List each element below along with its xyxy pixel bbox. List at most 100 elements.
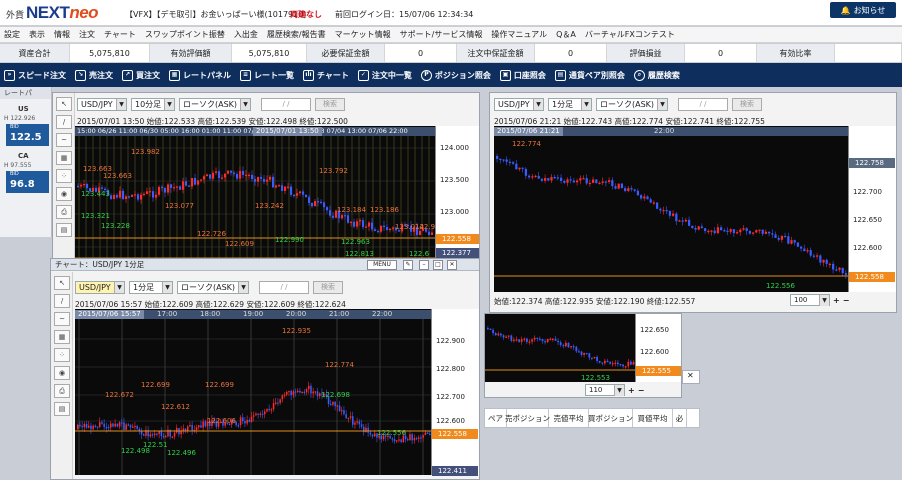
sell-order-button[interactable]: ↘ 売注文 xyxy=(75,69,113,81)
candle xyxy=(374,433,376,437)
candle xyxy=(197,180,200,185)
col-header[interactable]: 買値平均 xyxy=(633,409,673,427)
bid-button[interactable]: BID 122.5 xyxy=(6,124,49,146)
candle xyxy=(800,246,803,249)
chart-button[interactable]: ılı チャート xyxy=(303,69,349,81)
toolbar-label: 通貨ペア別照会 xyxy=(568,70,625,80)
cursor-tool-icon[interactable]: ↖ xyxy=(56,97,72,111)
cursor-tool-icon[interactable]: ↖ xyxy=(54,276,70,290)
menu-item-settings[interactable]: 設定 xyxy=(4,29,20,40)
menu-item-swap[interactable]: スワップポイント振替 xyxy=(145,29,225,40)
col-header[interactable]: 必 xyxy=(673,409,687,427)
col-header[interactable]: 売ポジション xyxy=(505,409,550,427)
rate-list-button[interactable]: ≡ レート一覧 xyxy=(240,69,294,81)
close-icon[interactable]: ✕ xyxy=(447,260,457,270)
pending-orders-button[interactable]: ✓ 注文中一覧 xyxy=(357,69,412,81)
search-button[interactable]: 検索 xyxy=(313,280,343,294)
pair-inquiry-button[interactable]: ▤ 通貨ペア別照会 xyxy=(554,69,625,81)
candle-type-select[interactable]: ローソク(ASK) ▼ xyxy=(179,97,251,111)
position-inquiry-button[interactable]: P ポジション照会 xyxy=(420,69,491,81)
tech-tool-icon[interactable]: ▦ xyxy=(56,151,72,165)
candle xyxy=(121,422,123,424)
pen-tool-icon[interactable]: / xyxy=(56,115,72,129)
table-tool-icon[interactable]: ▤ xyxy=(56,223,72,237)
candle xyxy=(537,175,540,179)
chart-canvas[interactable]: 122.935 122.774 122.699 122.699 122.672 122.6… xyxy=(75,309,431,475)
bid-button[interactable]: BID 96.8 xyxy=(6,171,49,193)
date-input[interactable]: / / xyxy=(678,97,728,111)
print-tool-icon[interactable]: ⎙ xyxy=(56,205,72,219)
close-icon[interactable]: ✕ xyxy=(682,370,700,384)
page-select[interactable]: 110 ▼ xyxy=(585,384,625,396)
candle xyxy=(204,421,207,427)
maximize-icon[interactable]: □ xyxy=(433,260,443,270)
print-tool-icon[interactable]: ⎙ xyxy=(54,384,70,398)
grid-tool-icon[interactable]: ⁘ xyxy=(54,348,70,362)
menu-item-manual[interactable]: 操作マニュアル xyxy=(491,29,547,40)
date-input[interactable]: / / xyxy=(261,97,311,111)
candle xyxy=(659,208,662,211)
minus-icon[interactable]: − xyxy=(638,386,645,395)
candle xyxy=(668,210,672,216)
window-title-bar[interactable]: チャート：USD/JPY 1分足 xyxy=(51,259,479,271)
candle-type-select[interactable]: ローソク(ASK) ▼ xyxy=(177,280,249,294)
menu-item-info[interactable]: 情報 xyxy=(54,29,70,40)
account-inquiry-button[interactable]: ▣ 口座照会 xyxy=(499,69,546,81)
candle xyxy=(277,402,279,404)
menu-item-history[interactable]: 履歴検索/報告書 xyxy=(267,29,326,40)
chart-canvas[interactable]: 122.774 122.556 2015/07/06 21:21 22:00 xyxy=(494,126,848,292)
candle xyxy=(275,185,278,188)
col-header[interactable]: 売値平均 xyxy=(549,409,589,427)
buy-order-button[interactable]: ↗ 買注文 xyxy=(122,69,160,81)
candle xyxy=(221,177,224,179)
table-tool-icon[interactable]: ▤ xyxy=(54,402,70,416)
candle-type-select[interactable]: ローソク(ASK) ▼ xyxy=(596,97,668,111)
eye-tool-icon[interactable]: ◉ xyxy=(56,187,72,201)
minus-icon[interactable]: − xyxy=(843,296,850,305)
candle xyxy=(585,353,588,355)
menu-item-qa[interactable]: Q＆A xyxy=(556,29,576,40)
col-header[interactable]: ペア xyxy=(485,409,507,427)
pair-select[interactable]: USD/JPY ▼ xyxy=(77,97,127,111)
period-select[interactable]: 10分足 ▼ xyxy=(131,97,175,111)
candle xyxy=(496,156,499,159)
chart-canvas[interactable]: 123.982 123.663 123.663 123.792 123.077 122.7… xyxy=(75,126,435,261)
tech-tool-icon[interactable]: ▦ xyxy=(54,330,70,344)
col-header[interactable]: 買ポジション xyxy=(588,409,633,427)
candle xyxy=(353,221,356,227)
position-table-header: ペア 売ポジション 売値平均 買ポジション 買値平均 必 xyxy=(484,408,700,428)
news-button[interactable]: 🔔 お知らせ xyxy=(830,2,896,18)
eye-tool-icon[interactable]: ◉ xyxy=(54,366,70,380)
candle xyxy=(176,427,178,433)
indicator-tool-icon[interactable]: ~ xyxy=(56,133,72,147)
menu-item-order[interactable]: 注文 xyxy=(79,29,95,40)
period-select[interactable]: 1分足 ▼ xyxy=(129,280,173,294)
pen-icon[interactable]: ✎ xyxy=(403,260,413,270)
history-search-button[interactable]: ⌕ 履歴検索 xyxy=(633,69,680,81)
search-button[interactable]: 検索 xyxy=(732,97,762,111)
menu-item-view[interactable]: 表示 xyxy=(29,29,45,40)
menu-item-market[interactable]: マーケット情報 xyxy=(335,29,391,40)
pen-tool-icon[interactable]: / xyxy=(54,294,70,308)
page-select[interactable]: 100 ▼ xyxy=(790,294,830,306)
indicator-tool-icon[interactable]: ~ xyxy=(54,312,70,326)
candle xyxy=(816,255,819,257)
pair-select[interactable]: USD/JPY ▼ xyxy=(75,280,125,294)
search-button[interactable]: 検索 xyxy=(315,97,345,111)
chart-canvas[interactable]: 122.553 xyxy=(485,314,635,382)
minimize-icon[interactable]: – xyxy=(419,260,429,270)
speed-order-button[interactable]: » スピード注文 xyxy=(4,69,66,81)
menu-button[interactable]: MENU xyxy=(367,260,397,270)
candle xyxy=(604,181,608,183)
menu-item-deposit[interactable]: 入出金 xyxy=(234,29,258,40)
menu-item-contest[interactable]: バーチャルFXコンテスト xyxy=(585,29,675,40)
date-input[interactable]: / / xyxy=(259,280,309,294)
rate-panel-button[interactable]: ▦ レートパネル xyxy=(169,69,231,81)
grid-tool-icon[interactable]: ⁘ xyxy=(56,169,72,183)
pair-select[interactable]: USD/JPY ▼ xyxy=(494,97,544,111)
period-select[interactable]: 1分足 ▼ xyxy=(548,97,592,111)
menu-item-support[interactable]: サポート/サービス情報 xyxy=(400,29,483,40)
plus-icon[interactable]: + xyxy=(833,296,840,305)
menu-item-chart[interactable]: チャート xyxy=(104,29,136,40)
plus-icon[interactable]: + xyxy=(628,386,635,395)
